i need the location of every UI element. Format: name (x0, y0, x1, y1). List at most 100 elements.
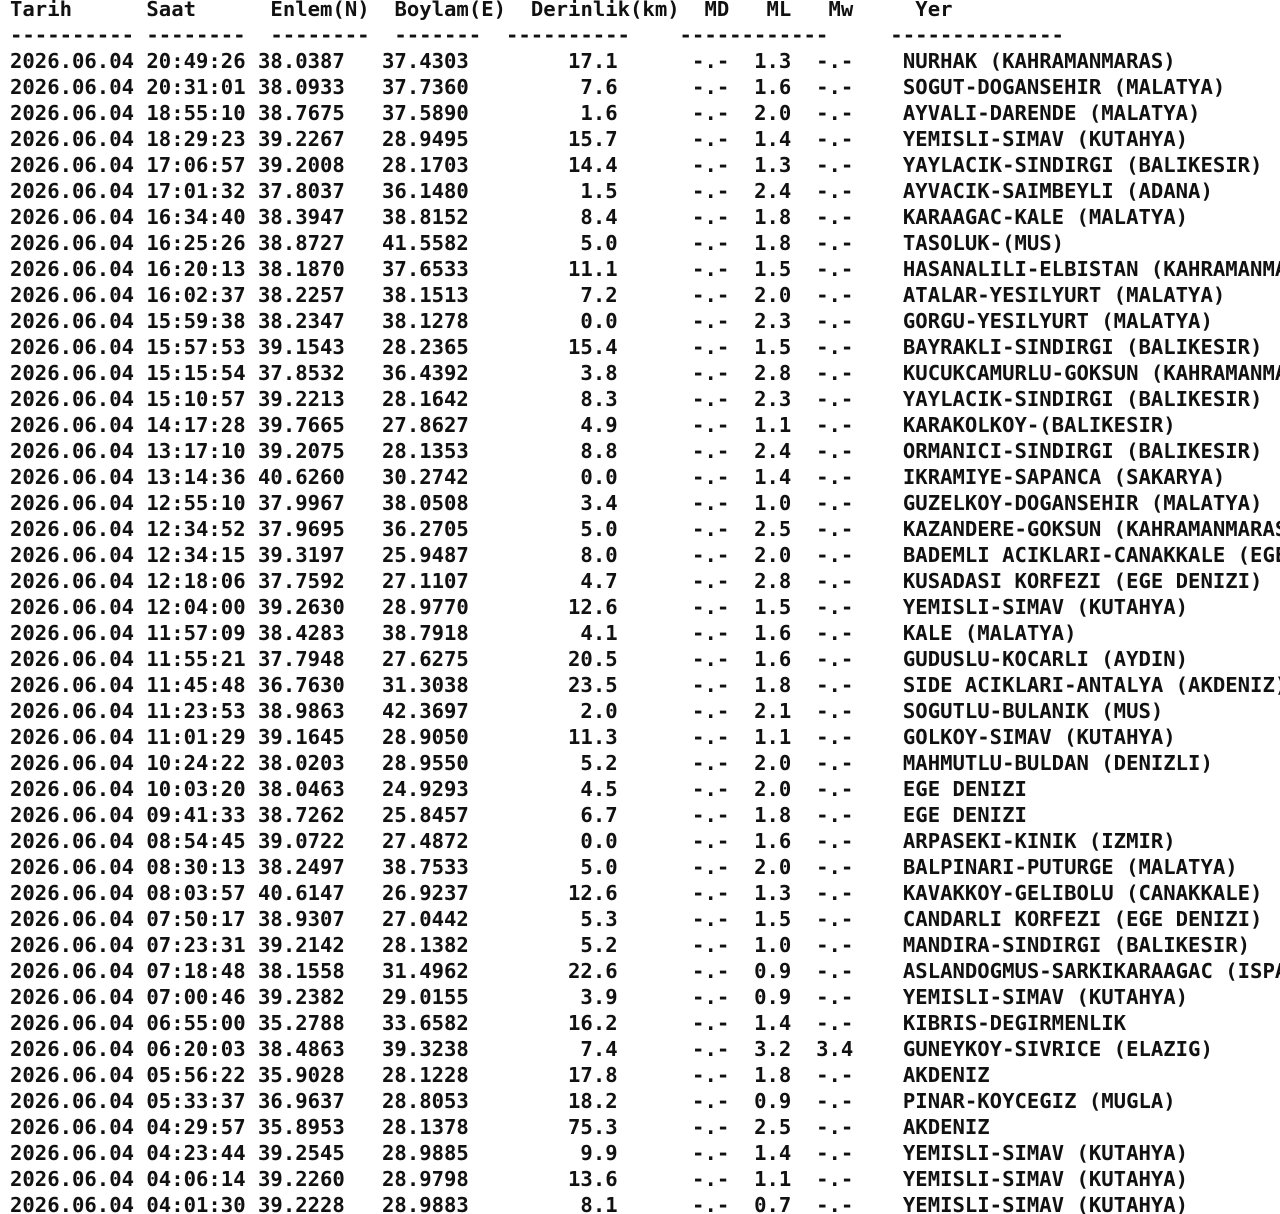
cell-saat: 15:10:57 (146, 387, 246, 411)
separator-line: ---------- -------- -------- ------- ---… (10, 23, 1064, 47)
cell-md: -.- (692, 777, 730, 801)
cell-enlem: 38.2497 (258, 855, 358, 879)
cell-ml: 1.6 (754, 829, 792, 853)
table-row: 2026.06.04 06:55:00 35.2788 33.6582 16.2… (10, 1010, 1280, 1036)
cell-yer: MANDIRA-SINDIRGI (BALIKESIR) (902, 933, 1251, 957)
cell-tarih: 2026.06.04 (10, 725, 134, 749)
cell-tarih: 2026.06.04 (10, 543, 134, 567)
cell-md: -.- (692, 439, 730, 463)
cell-ml: 1.4 (754, 127, 792, 151)
cell-ml: 2.5 (754, 517, 792, 541)
cell-yer: AKDENIZ (902, 1063, 990, 1087)
cell-mw: -.- (816, 543, 854, 567)
table-row: 2026.06.04 15:59:38 38.2347 38.1278 0.0 … (10, 308, 1280, 334)
cell-boylam: 28.9885 (382, 1141, 469, 1165)
cell-tarih: 2026.06.04 (10, 205, 134, 229)
cell-boylam: 31.3038 (382, 673, 469, 697)
table-row: 2026.06.04 12:34:52 37.9695 36.2705 5.0 … (10, 516, 1280, 542)
cell-mw: -.- (816, 205, 854, 229)
cell-ml: 0.9 (754, 1089, 792, 1113)
cell-yer: GOLKOY-SIMAV (KUTAHYA) (902, 725, 1176, 749)
table-row: 2026.06.04 20:31:01 38.0933 37.7360 7.6 … (10, 74, 1280, 100)
cell-md: -.- (692, 699, 730, 723)
cell-saat: 06:55:00 (146, 1011, 246, 1035)
cell-boylam: 28.8053 (382, 1089, 469, 1113)
cell-md: -.- (692, 257, 730, 281)
cell-saat: 11:01:29 (146, 725, 246, 749)
cell-saat: 05:56:22 (146, 1063, 246, 1087)
cell-saat: 11:23:53 (146, 699, 246, 723)
cell-yer: EGE DENIZI (902, 777, 1027, 801)
cell-yer: KAVAKKOY-GELIBOLU (CANAKKALE) (902, 881, 1263, 905)
cell-saat: 08:03:57 (146, 881, 246, 905)
cell-enlem: 35.9028 (258, 1063, 358, 1087)
cell-yer: NURHAK (KAHRAMANMARAS) (902, 49, 1176, 73)
cell-boylam: 28.9883 (382, 1193, 469, 1214)
cell-md: -.- (692, 361, 730, 385)
cell-mw: -.- (816, 257, 854, 281)
cell-ml: 1.8 (754, 231, 792, 255)
cell-derinlik: 8.0 (493, 543, 618, 567)
cell-saat: 11:55:21 (146, 647, 246, 671)
cell-boylam: 30.2742 (382, 465, 469, 489)
cell-boylam: 28.1353 (382, 439, 469, 463)
cell-enlem: 35.8953 (258, 1115, 358, 1139)
cell-mw: -.- (816, 231, 854, 255)
cell-tarih: 2026.06.04 (10, 1089, 134, 1113)
cell-saat: 08:30:13 (146, 855, 246, 879)
cell-derinlik: 7.4 (493, 1037, 618, 1061)
cell-saat: 13:17:10 (146, 439, 246, 463)
table-row: 2026.06.04 17:06:57 39.2008 28.1703 14.4… (10, 152, 1280, 178)
cell-mw: -.- (816, 1167, 854, 1191)
cell-enlem: 39.2213 (258, 387, 358, 411)
cell-yer: SOGUT-DOGANSEHIR (MALATYA) (902, 75, 1226, 99)
cell-md: -.- (692, 231, 730, 255)
cell-yer: YAYLACIK-SINDIRGI (BALIKESIR) (902, 387, 1263, 411)
cell-boylam: 27.1107 (382, 569, 469, 593)
cell-derinlik: 0.0 (493, 309, 618, 333)
cell-mw: -.- (816, 777, 854, 801)
cell-mw: -.- (816, 75, 854, 99)
table-row: 2026.06.04 15:10:57 39.2213 28.1642 8.3 … (10, 386, 1280, 412)
cell-ml: 1.6 (754, 75, 792, 99)
cell-ml: 1.3 (754, 881, 792, 905)
cell-mw: -.- (816, 829, 854, 853)
cell-ml: 1.6 (754, 621, 792, 645)
cell-boylam: 33.6582 (382, 1011, 469, 1035)
cell-mw: -.- (816, 621, 854, 645)
cell-boylam: 24.9293 (382, 777, 469, 801)
cell-ml: 1.5 (754, 907, 792, 931)
cell-enlem: 38.0203 (258, 751, 358, 775)
cell-saat: 10:03:20 (146, 777, 246, 801)
table-row: 2026.06.04 11:45:48 36.7630 31.3038 23.5… (10, 672, 1280, 698)
cell-derinlik: 5.2 (493, 751, 618, 775)
cell-boylam: 27.0442 (382, 907, 469, 931)
cell-mw: -.- (816, 699, 854, 723)
cell-yer: SIDE ACIKLARI-ANTALYA (AKDENIZ) (902, 673, 1280, 697)
cell-tarih: 2026.06.04 (10, 595, 134, 619)
cell-boylam: 28.9798 (382, 1167, 469, 1191)
cell-boylam: 38.0508 (382, 491, 469, 515)
cell-enlem: 36.9637 (258, 1089, 358, 1113)
cell-enlem: 40.6260 (258, 465, 358, 489)
cell-derinlik: 8.3 (493, 387, 618, 411)
cell-boylam: 28.9550 (382, 751, 469, 775)
cell-yer: GORGU-YESILYURT (MALATYA) (902, 309, 1213, 333)
cell-yer: ASLANDOGMUS-SARKIKARAAGAC (ISPARTA) (902, 959, 1280, 983)
cell-md: -.- (692, 1115, 730, 1139)
cell-enlem: 37.8532 (258, 361, 358, 385)
cell-yer: GUZELKOY-DOGANSEHIR (MALATYA) (902, 491, 1263, 515)
cell-boylam: 25.9487 (382, 543, 469, 567)
cell-boylam: 27.8627 (382, 413, 469, 437)
cell-ml: 0.9 (754, 959, 792, 983)
cell-mw: -.- (816, 465, 854, 489)
cell-boylam: 38.8152 (382, 205, 469, 229)
cell-saat: 10:24:22 (146, 751, 246, 775)
header-yer: Yer (915, 0, 953, 21)
cell-boylam: 28.1382 (382, 933, 469, 957)
cell-md: -.- (692, 959, 730, 983)
cell-saat: 16:34:40 (146, 205, 246, 229)
cell-boylam: 42.3697 (382, 699, 469, 723)
cell-derinlik: 0.0 (493, 829, 618, 853)
cell-enlem: 39.1645 (258, 725, 358, 749)
